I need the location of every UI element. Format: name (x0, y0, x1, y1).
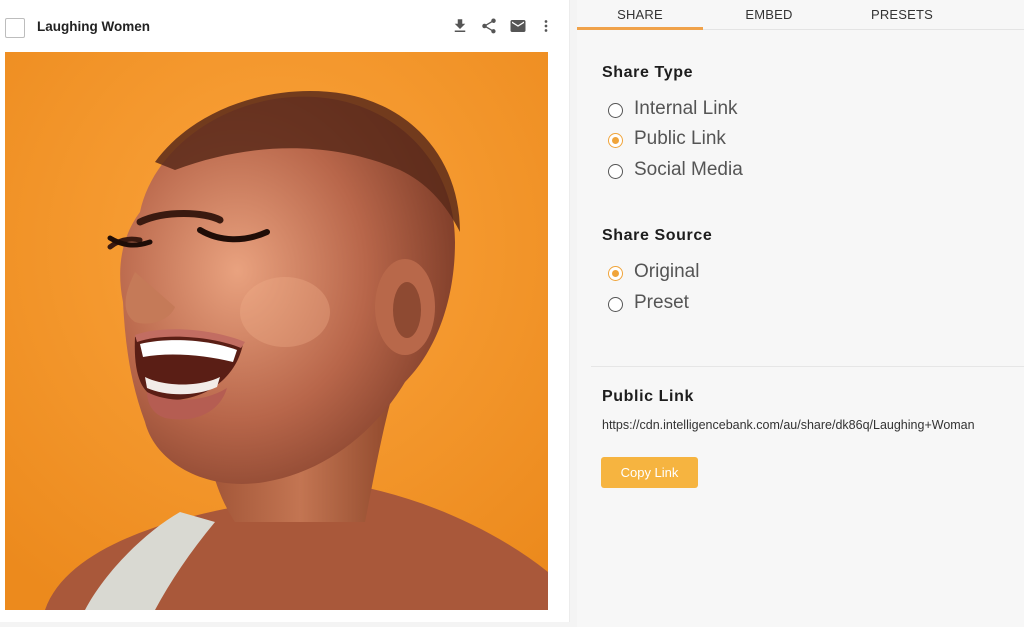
tab-bar: SHARE EMBED PRESETS (577, 0, 1024, 30)
tab-share[interactable]: SHARE (577, 7, 703, 22)
radio-button[interactable] (608, 297, 623, 312)
download-icon[interactable] (451, 17, 469, 35)
share-source-title: Share Source (602, 227, 713, 244)
section-divider (591, 366, 1024, 367)
laughing-woman-photo (5, 52, 548, 610)
asset-card: Laughing Women (0, 0, 570, 622)
public-link-title: Public Link (602, 388, 694, 405)
radio-label: Public Link (634, 128, 726, 149)
mail-icon[interactable] (509, 17, 527, 35)
radio-button[interactable] (608, 164, 623, 179)
asset-image[interactable] (5, 52, 548, 610)
copy-link-button[interactable]: Copy Link (601, 457, 698, 488)
active-tab-indicator (577, 27, 703, 30)
radio-label: Original (634, 261, 700, 282)
radio-button-selected[interactable] (608, 266, 623, 281)
tab-embed[interactable]: EMBED (707, 7, 831, 22)
more-vertical-icon[interactable] (537, 17, 555, 35)
public-link-url[interactable]: https://cdn.intelligencebank.com/au/shar… (602, 418, 975, 432)
share-panel: SHARE EMBED PRESETS Share Type Internal … (577, 0, 1024, 627)
share-icon[interactable] (480, 17, 498, 35)
radio-label: Internal Link (634, 98, 738, 119)
asset-title: Laughing Women (37, 19, 150, 34)
radio-button-selected[interactable] (608, 133, 623, 148)
radio-button[interactable] (608, 103, 623, 118)
radio-label: Preset (634, 292, 689, 313)
select-checkbox[interactable] (5, 18, 25, 38)
tab-presets[interactable]: PRESETS (839, 7, 965, 22)
share-type-title: Share Type (602, 64, 694, 81)
radio-label: Social Media (634, 159, 743, 180)
asset-header: Laughing Women (0, 0, 570, 52)
